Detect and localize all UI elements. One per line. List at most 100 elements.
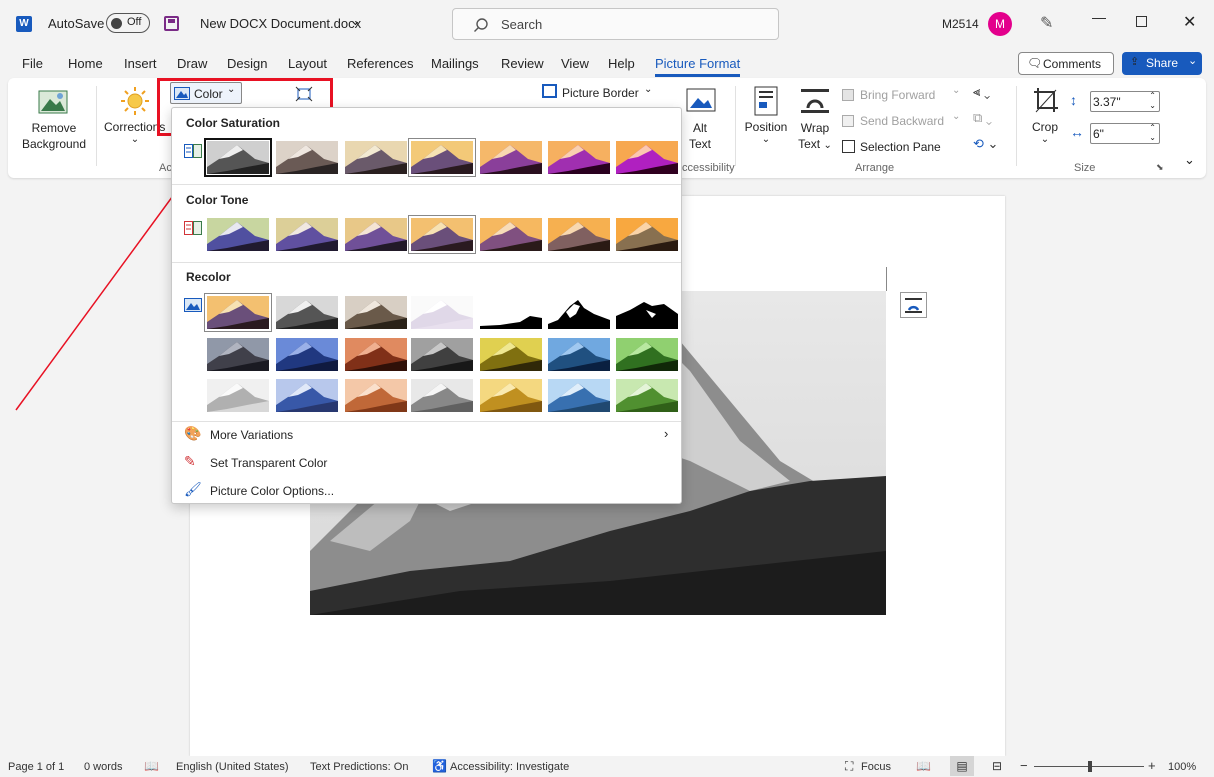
comments-button[interactable]: 🗨 Comments xyxy=(1018,52,1114,75)
read-mode-icon[interactable]: 📖 xyxy=(916,759,931,773)
recolor-option[interactable] xyxy=(411,338,473,371)
recolor-option[interactable] xyxy=(616,379,678,412)
recolor-option[interactable] xyxy=(345,296,407,329)
accessibility-status[interactable]: Accessibility: Investigate xyxy=(450,761,569,773)
designer-icon[interactable]: ✎ xyxy=(1040,13,1053,33)
share-button[interactable]: ⇪ Share ⌄ xyxy=(1122,52,1202,75)
set-transparent-color-item[interactable]: ✎ Set Transparent Color xyxy=(172,452,681,476)
group-icon[interactable]: ⧉ ⌄ xyxy=(973,110,992,126)
recolor-option[interactable] xyxy=(411,296,473,329)
maximize-icon[interactable] xyxy=(1136,16,1147,27)
recolor-option[interactable] xyxy=(548,379,610,412)
width-input[interactable]: 6" ⌃ ⌄ xyxy=(1090,123,1160,144)
send-backward-button[interactable]: Send Backward ⌄ xyxy=(840,111,965,131)
document-title[interactable]: New DOCX Document.docx xyxy=(200,16,361,31)
collapse-ribbon-icon[interactable]: ⌄ xyxy=(1184,152,1195,168)
recolor-option[interactable] xyxy=(548,296,610,329)
avatar[interactable]: M xyxy=(988,12,1012,36)
tone-option[interactable] xyxy=(548,218,610,251)
align-icon[interactable]: ⫷ ⌄ xyxy=(973,84,990,100)
tab-layout[interactable]: Layout xyxy=(288,56,327,71)
tab-insert[interactable]: Insert xyxy=(124,56,157,71)
save-icon[interactable] xyxy=(164,16,179,31)
picture-border-button[interactable]: Picture Border ⌄ xyxy=(540,84,655,104)
zoom-level[interactable]: 100% xyxy=(1168,761,1196,773)
picture-color-options-item[interactable]: 🖌 Picture Color Options... xyxy=(172,480,681,504)
more-variations-item[interactable]: 🎨 More Variations › xyxy=(172,424,681,448)
recolor-option[interactable] xyxy=(480,379,542,412)
chevron-down-icon[interactable]: ⌄ xyxy=(350,13,361,29)
recolor-option[interactable] xyxy=(276,296,338,329)
saturation-option[interactable] xyxy=(548,141,610,174)
language[interactable]: English (United States) xyxy=(176,761,289,773)
spin-icon[interactable]: ⌃ ⌄ xyxy=(1149,91,1156,111)
selection-pane-icon xyxy=(842,140,855,153)
tab-view[interactable]: View xyxy=(561,56,589,71)
wrap-text-button[interactable]: Wrap Text ⌄ xyxy=(794,120,836,154)
close-icon[interactable]: ✕ xyxy=(1183,12,1196,32)
tab-references[interactable]: References xyxy=(347,56,413,71)
word-count[interactable]: 0 words xyxy=(84,761,123,773)
recolor-option[interactable] xyxy=(207,379,269,412)
recolor-option[interactable] xyxy=(548,338,610,371)
color-dropdown-panel: Color Saturation Color Tone Recolor 🎨 Mo… xyxy=(171,107,682,504)
tab-picture-format[interactable]: Picture Format xyxy=(655,56,741,77)
saturation-option[interactable] xyxy=(345,141,407,174)
recolor-option[interactable] xyxy=(616,296,678,329)
saturation-option[interactable] xyxy=(408,138,476,177)
text-predictions[interactable]: Text Predictions: On xyxy=(310,761,408,773)
tab-draw[interactable]: Draw xyxy=(177,56,207,71)
autosave-toggle[interactable]: Off xyxy=(106,13,150,33)
zoom-slider[interactable] xyxy=(1034,761,1144,772)
tone-option[interactable] xyxy=(207,218,269,251)
title-bar: W AutoSave Off New DOCX Document.docx ⌄ … xyxy=(0,0,1214,48)
minimize-icon[interactable]: — xyxy=(1092,9,1106,25)
chevron-down-icon: ⌄ xyxy=(1040,134,1050,145)
recolor-option[interactable] xyxy=(345,379,407,412)
zoom-in-icon[interactable]: + xyxy=(1148,758,1156,773)
page-count[interactable]: Page 1 of 1 xyxy=(8,761,64,773)
proofing-icon[interactable]: 📖 xyxy=(144,759,159,773)
web-layout-icon[interactable]: ⊟ xyxy=(992,759,1002,773)
recolor-option[interactable] xyxy=(207,338,269,371)
bring-forward-button[interactable]: Bring Forward ⌄ xyxy=(840,85,965,105)
position-button[interactable]: Position ⌄ xyxy=(740,120,792,145)
recolor-option[interactable] xyxy=(616,338,678,371)
recolor-option[interactable] xyxy=(345,338,407,371)
rotate-icon[interactable]: ⟲ ⌄ xyxy=(973,136,998,152)
search-box[interactable]: Search xyxy=(452,8,779,40)
tone-option[interactable] xyxy=(408,215,476,254)
dialog-launcher-icon[interactable]: ⬊ xyxy=(1156,162,1164,173)
remove-background-button[interactable]: Remove Background xyxy=(14,120,94,152)
print-layout-icon[interactable]: ▤ xyxy=(950,756,974,776)
saturation-option[interactable] xyxy=(616,141,678,174)
tab-mailings[interactable]: Mailings xyxy=(431,56,479,71)
height-input[interactable]: 3.37" ⌃ ⌄ xyxy=(1090,91,1160,112)
tab-file[interactable]: File xyxy=(22,56,43,71)
recolor-option[interactable] xyxy=(480,338,542,371)
recolor-option[interactable] xyxy=(411,379,473,412)
recolor-option[interactable] xyxy=(204,293,272,332)
tab-help[interactable]: Help xyxy=(608,56,635,71)
crop-button[interactable]: Crop ⌄ xyxy=(1028,120,1062,145)
focus-button[interactable]: Focus xyxy=(861,761,891,773)
user-id: M2514 xyxy=(942,17,979,31)
selection-pane-button[interactable]: Selection Pane xyxy=(840,139,965,157)
zoom-out-icon[interactable]: − xyxy=(1020,758,1028,773)
saturation-option[interactable] xyxy=(204,138,272,177)
recolor-option[interactable] xyxy=(276,338,338,371)
tone-option[interactable] xyxy=(616,218,678,251)
recolor-option[interactable] xyxy=(480,296,542,329)
recolor-option[interactable] xyxy=(276,379,338,412)
alt-text-button[interactable]: Alt Text xyxy=(680,120,720,152)
saturation-option[interactable] xyxy=(480,141,542,174)
tone-option[interactable] xyxy=(480,218,542,251)
tone-option[interactable] xyxy=(345,218,407,251)
saturation-option[interactable] xyxy=(276,141,338,174)
tab-home[interactable]: Home xyxy=(68,56,103,71)
layout-options-button[interactable] xyxy=(900,292,927,318)
tab-design[interactable]: Design xyxy=(227,56,267,71)
tone-option[interactable] xyxy=(276,218,338,251)
tab-review[interactable]: Review xyxy=(501,56,544,71)
spin-icon[interactable]: ⌃ ⌄ xyxy=(1149,123,1156,143)
